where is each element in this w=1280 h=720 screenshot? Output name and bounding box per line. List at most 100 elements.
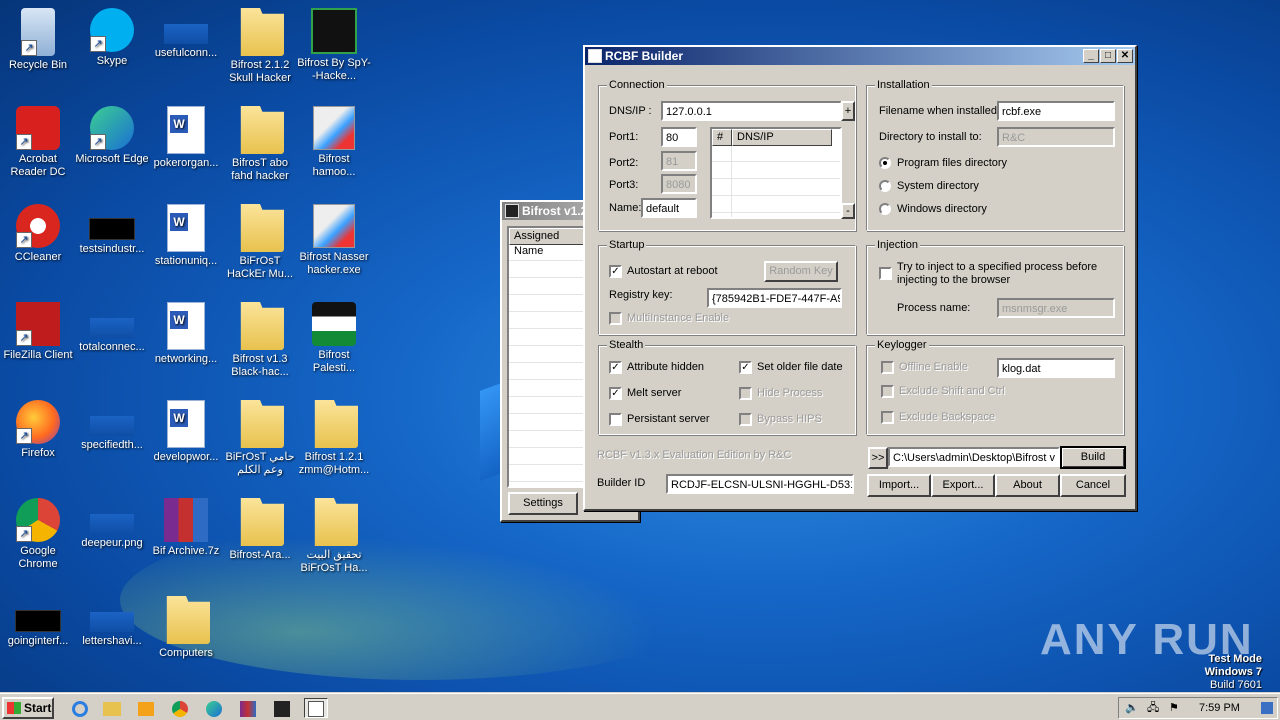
close-button[interactable]: ✕ (1117, 49, 1133, 63)
exclude-backspace-checkbox[interactable] (881, 411, 894, 424)
port1-input[interactable]: 80 (661, 127, 697, 147)
ie-taskbar-icon[interactable] (68, 698, 92, 718)
hide-process-checkbox[interactable] (739, 387, 752, 400)
maximize-button[interactable]: □ (1100, 49, 1116, 63)
add-dns-button[interactable]: + (841, 101, 855, 121)
desktop-icon[interactable]: networking... (148, 298, 224, 366)
explorer-taskbar-icon[interactable] (100, 698, 124, 718)
speaker-icon[interactable]: 🔈 (1125, 698, 1139, 718)
remove-dns-button[interactable]: - (841, 203, 855, 219)
radio-windows-directory[interactable] (879, 203, 891, 215)
multiinstance-label[interactable]: MultiInstance Enable (627, 312, 729, 324)
network-icon[interactable]: 🖧 (1147, 698, 1159, 718)
desktop-icon[interactable]: Firefox (0, 396, 76, 460)
program-files-label[interactable]: Program files directory (897, 157, 1007, 169)
list-row[interactable] (509, 466, 587, 482)
set-older-label[interactable]: Set older file date (757, 361, 843, 373)
inject-label-line1[interactable]: Try to inject to a specified process bef… (897, 261, 1097, 273)
list-row[interactable] (509, 432, 587, 448)
builder-titlebar[interactable]: RCBF Builder _ □ ✕ (585, 47, 1135, 65)
desktop-icon[interactable]: totalconnec... (74, 298, 150, 354)
list-row[interactable] (509, 398, 587, 414)
desktop-icon[interactable]: FileZilla Client (0, 298, 76, 362)
list-row[interactable] (509, 415, 587, 431)
desktop-icon[interactable]: Bifrost hamoo... (296, 102, 372, 179)
desktop-icon[interactable]: تحقيق البيت BiFrOsT Ha... (296, 494, 372, 575)
desktop-icon[interactable]: specifiedth... (74, 396, 150, 452)
port2-input[interactable]: 81 (661, 151, 697, 171)
system-directory-label[interactable]: System directory (897, 180, 979, 192)
desktop-icon[interactable]: developwor... (148, 396, 224, 464)
show-desktop-icon[interactable] (1261, 702, 1273, 714)
list-row[interactable] (509, 262, 587, 278)
rcbf-taskbar-icon[interactable] (304, 698, 328, 718)
start-button[interactable]: Start (2, 697, 54, 719)
export-button[interactable]: Export... (931, 474, 995, 497)
desktop-icon[interactable]: goinginterf... (0, 592, 76, 648)
desktop-icon[interactable]: Recycle Bin (0, 4, 76, 72)
list-row[interactable] (509, 364, 587, 380)
name-input[interactable]: default (641, 198, 697, 218)
list-row[interactable] (509, 381, 587, 397)
dns-list-row[interactable] (712, 163, 840, 179)
desktop-icon[interactable]: deepeur.png (74, 494, 150, 550)
set-older-checkbox[interactable]: ✓ (739, 361, 752, 374)
media-player-taskbar-icon[interactable] (134, 698, 158, 718)
bifrost-taskbar-icon[interactable] (270, 698, 294, 718)
desktop-icon[interactable]: Skype (74, 4, 150, 68)
path-browse-button[interactable]: >> (868, 447, 888, 469)
bifrost-connections-list[interactable]: Assigned Name (507, 226, 589, 488)
dns-list-row[interactable] (712, 146, 840, 162)
rcbf-builder-window[interactable]: RCBF Builder _ □ ✕ Connection DNS/IP : 1… (583, 45, 1137, 511)
desktop-icon[interactable]: Acrobat Reader DC (0, 102, 76, 179)
desktop-icon[interactable]: Bif Archive.7z (148, 494, 224, 558)
build-button[interactable]: Build (1060, 446, 1126, 469)
desktop-icon[interactable]: Bifrost Nasser hacker.exe (296, 200, 372, 277)
settings-button[interactable]: Settings (508, 492, 578, 515)
desktop-icon[interactable]: Bifrost 2.1.2 Skull Hacker (222, 4, 298, 85)
winrar-taskbar-icon[interactable] (236, 698, 260, 718)
flag-icon[interactable]: ⚑ (1169, 698, 1179, 718)
builder-id-input[interactable]: RCDJF-ELCSN-ULSNI-HGGHL-D531C (666, 474, 854, 494)
hide-process-label[interactable]: Hide Process (757, 387, 822, 399)
list-row[interactable] (509, 330, 587, 346)
desktop-icon[interactable]: Google Chrome (0, 494, 76, 571)
radio-program-files[interactable] (879, 157, 891, 169)
port3-input[interactable]: 8080 (661, 174, 697, 194)
multiinstance-checkbox[interactable] (609, 312, 622, 325)
windows-directory-label[interactable]: Windows directory (897, 203, 987, 215)
persistant-server-checkbox[interactable] (609, 413, 622, 426)
exclude-shift-label[interactable]: Exclude Shift and Ctrl (899, 385, 1005, 397)
list-row[interactable] (509, 279, 587, 295)
persistant-server-label[interactable]: Persistant server (627, 413, 710, 425)
list-row[interactable] (509, 245, 587, 261)
desktop-icon[interactable]: testsindustr... (74, 200, 150, 256)
desktop-icon[interactable]: usefulconn... (148, 4, 224, 60)
desktop-icon[interactable]: lettershavi... (74, 592, 150, 648)
autostart-checkbox[interactable]: ✓ (609, 265, 622, 278)
desktop-icon[interactable]: Bifrost v1.3 Black-hac... (222, 298, 298, 379)
desktop-icon[interactable]: pokerorgan... (148, 102, 224, 170)
desktop-icon[interactable]: CCleaner (0, 200, 76, 264)
output-path-input[interactable]: C:\Users\admin\Desktop\Bifrost v (888, 447, 1060, 467)
dns-list-row[interactable] (712, 180, 840, 196)
chrome-taskbar-icon[interactable] (168, 698, 192, 718)
desktop-icon[interactable]: Computers (148, 592, 224, 660)
list-row[interactable] (509, 347, 587, 363)
list-row[interactable] (509, 449, 587, 465)
dns-list-num-header[interactable]: # (712, 129, 732, 146)
keylog-file-input[interactable]: klog.dat (997, 358, 1115, 378)
process-name-input[interactable]: msnmsgr.exe (997, 298, 1115, 318)
assigned-name-header[interactable]: Assigned Name (509, 228, 587, 257)
import-button[interactable]: Import... (867, 474, 931, 497)
desktop-icon[interactable]: BiFrOsT حامي وعم الكلم (222, 396, 298, 477)
desktop-icon[interactable]: stationuniq... (148, 200, 224, 268)
radio-system-directory[interactable] (879, 180, 891, 192)
offline-enable-label[interactable]: Offline Enable (899, 361, 968, 373)
random-key-button[interactable]: Random Key (764, 261, 838, 282)
dns-input[interactable]: 127.0.0.1 (661, 101, 842, 121)
desktop-icon[interactable]: Bifrost Palesti... (296, 298, 372, 375)
desktop-icon[interactable]: BifrosT abo fahd hacker (222, 102, 298, 183)
dns-list-dns-header[interactable]: DNS/IP (732, 129, 832, 146)
desktop-icon[interactable]: Bifrost By SpY--Hacke... (296, 4, 372, 83)
